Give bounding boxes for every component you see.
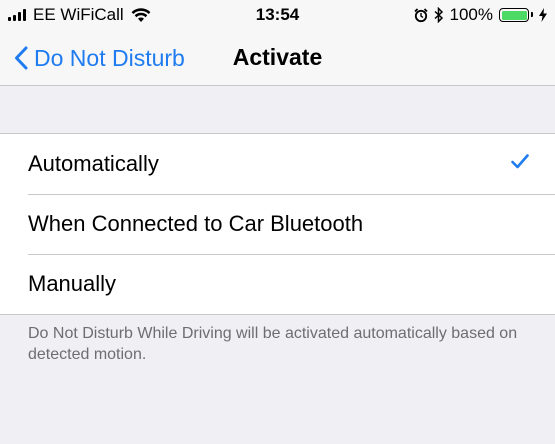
option-label: Manually [28,271,117,296]
footer-note: Do Not Disturb While Driving will be act… [28,325,518,363]
option-label: Automatically [28,151,159,176]
option-label: When Connected to Car Bluetooth [28,211,364,236]
status-right: 100% [413,4,547,26]
navigation-bar: Do Not Disturb Activate [0,30,555,86]
battery-percent: 100% [449,5,493,24]
battery-level-fill [501,10,527,20]
page-title-text: Activate [232,44,323,70]
charging-bolt-icon [539,8,547,22]
alarm-clock-icon [413,7,428,22]
option-car-bluetooth[interactable]: When Connected to Car Bluetooth [0,194,555,254]
option-automatically[interactable]: Automatically [0,134,555,194]
activation-options-list: Automatically When Connected to Car Blue… [0,133,555,315]
option-manually[interactable]: Manually [0,254,555,314]
bluetooth-icon [434,7,443,23]
status-bar: EE WiFiCall 13:54 100% [0,0,555,30]
battery-icon [499,8,533,22]
page-title: Activate [0,44,555,71]
checkmark-icon [511,154,529,169]
